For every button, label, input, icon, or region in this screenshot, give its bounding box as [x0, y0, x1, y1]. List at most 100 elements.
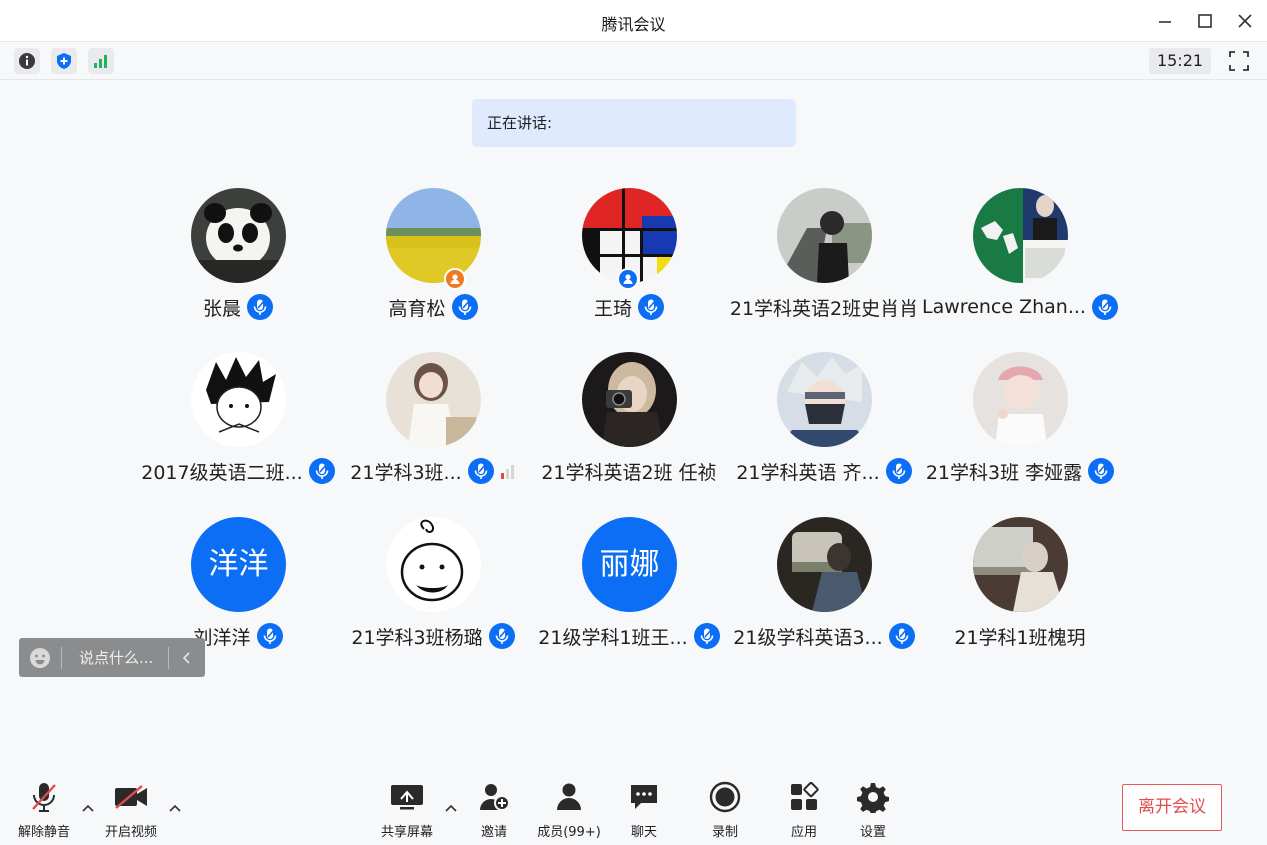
world-map-avatar-icon — [973, 188, 1068, 283]
avatar — [777, 517, 872, 612]
leave-meeting-button[interactable]: 离开会议 — [1122, 784, 1222, 831]
security-button[interactable] — [51, 48, 77, 74]
avatar — [973, 517, 1068, 612]
avatar — [777, 352, 872, 447]
maximize-icon — [1198, 14, 1212, 28]
participant-name: 2017级英语二班... — [141, 461, 303, 484]
collapse-chat-button[interactable] — [169, 638, 205, 677]
record-label: 录制 — [711, 825, 738, 840]
participant-name: 21学科3班 李娅露 — [925, 461, 1083, 484]
title-bar: 腾讯会议 — [0, 0, 1267, 42]
avatar: 丽娜 — [582, 517, 677, 612]
anime-character-avatar-icon — [777, 352, 872, 447]
fullscreen-icon — [1229, 51, 1249, 71]
rapeseed-field-avatar-icon — [386, 188, 481, 283]
minimize-button[interactable] — [1150, 6, 1180, 36]
participant-name: 21学科英语2班史肖肖 — [729, 297, 919, 320]
network-signal-button[interactable] — [88, 48, 114, 74]
mic-off-icon — [24, 780, 64, 814]
chat-input[interactable]: 说点什么... — [62, 647, 168, 668]
chat-label: 聊天 — [630, 825, 657, 840]
share-options-button[interactable] — [443, 800, 459, 814]
girl-photo-avatar-icon — [386, 352, 481, 447]
unmute-label: 解除静音 — [17, 825, 70, 840]
mic-on-icon — [451, 294, 478, 320]
participant-name: 21学科3班杨璐 — [351, 626, 483, 649]
start-video-button[interactable]: 开启视频 — [95, 780, 167, 840]
unmute-button[interactable]: 解除静音 — [8, 780, 80, 840]
chat-button[interactable]: 聊天 — [608, 780, 680, 840]
close-icon — [1238, 14, 1252, 28]
share-screen-button[interactable]: 共享屏幕 — [371, 780, 443, 840]
participant-name: 21学科1班槐玥 — [954, 626, 1086, 649]
members-icon — [549, 780, 589, 814]
maximize-button[interactable] — [1190, 6, 1220, 36]
avatar — [777, 188, 872, 283]
fullscreen-button[interactable] — [1225, 48, 1253, 74]
avatar — [191, 352, 286, 447]
meeting-clock: 15:21 — [1149, 48, 1211, 74]
avatar — [191, 188, 286, 283]
doodle-face-avatar-icon — [386, 517, 481, 612]
participant-name: 21学科英语2班 任祯 — [541, 461, 717, 484]
add-user-icon — [474, 780, 514, 814]
audio-options-button[interactable] — [80, 800, 96, 814]
mic-on-icon — [247, 294, 273, 320]
train-window-avatar-icon — [973, 517, 1068, 612]
meeting-toolbar: 15:21 — [0, 42, 1267, 80]
avatar — [973, 352, 1068, 447]
settings-button[interactable]: 设置 — [837, 780, 909, 840]
share-screen-icon — [387, 780, 427, 814]
toddler-avatar-icon — [973, 352, 1068, 447]
speaking-indicator: 正在讲话: — [472, 99, 796, 147]
invite-button[interactable]: 邀请 — [458, 780, 530, 840]
avatar: 洋洋 — [191, 517, 286, 612]
participant-name: 张晨 — [202, 297, 241, 320]
participant-name: 21学科英语 齐... — [736, 461, 880, 484]
chevron-up-icon — [169, 804, 181, 812]
apps-button[interactable]: 应用 — [768, 780, 840, 840]
cohost-icon — [617, 268, 639, 290]
mic-on-icon — [1091, 294, 1118, 320]
participant-tile[interactable]: 21学科3班 李娅露 — [900, 352, 1140, 497]
panda-avatar-icon — [191, 188, 286, 283]
shield-icon — [57, 53, 71, 69]
meeting-info-button[interactable] — [14, 48, 40, 74]
participant-name: Lawrence Zhan... — [922, 296, 1086, 318]
avatar — [386, 352, 481, 447]
quick-chat-bar: 说点什么... — [19, 638, 205, 677]
chevron-up-icon — [445, 804, 457, 812]
mic-on-icon — [1088, 458, 1115, 484]
participant-name: 21级学科1班王... — [538, 626, 688, 649]
avatar — [386, 188, 481, 283]
minimize-icon — [1159, 21, 1171, 23]
video-off-icon — [111, 780, 151, 814]
gear-icon — [853, 780, 893, 814]
participant-name: 21学科3班... — [350, 461, 462, 484]
video-options-button[interactable] — [167, 800, 183, 814]
apps-label: 应用 — [790, 825, 817, 840]
invite-label: 邀请 — [480, 825, 507, 840]
info-icon — [19, 53, 35, 69]
car-window-avatar-icon — [777, 517, 872, 612]
record-button[interactable]: 录制 — [689, 780, 761, 840]
sketch-boy-avatar-icon — [191, 352, 286, 447]
participant-tile[interactable]: 21学科1班槐玥 — [900, 517, 1140, 662]
chevron-left-icon — [182, 651, 190, 664]
camera-girl-avatar-icon — [582, 352, 677, 447]
participant-tile[interactable]: Lawrence Zhan... — [900, 188, 1140, 333]
chevron-up-icon — [82, 804, 94, 812]
participant-name: 21级学科英语3... — [733, 626, 883, 649]
members-button[interactable]: 成员(99+) — [533, 780, 605, 840]
participant-name: 王琦 — [593, 297, 632, 320]
close-button[interactable] — [1230, 6, 1260, 36]
emoji-icon — [30, 647, 50, 668]
avatar — [386, 517, 481, 612]
video-label: 开启视频 — [104, 825, 157, 840]
signal-bars-icon — [94, 55, 107, 68]
window-title: 腾讯会议 — [601, 15, 666, 34]
settings-label: 设置 — [859, 825, 886, 840]
mic-on-icon — [256, 623, 283, 649]
record-icon — [705, 780, 745, 814]
emoji-button[interactable] — [19, 638, 61, 677]
